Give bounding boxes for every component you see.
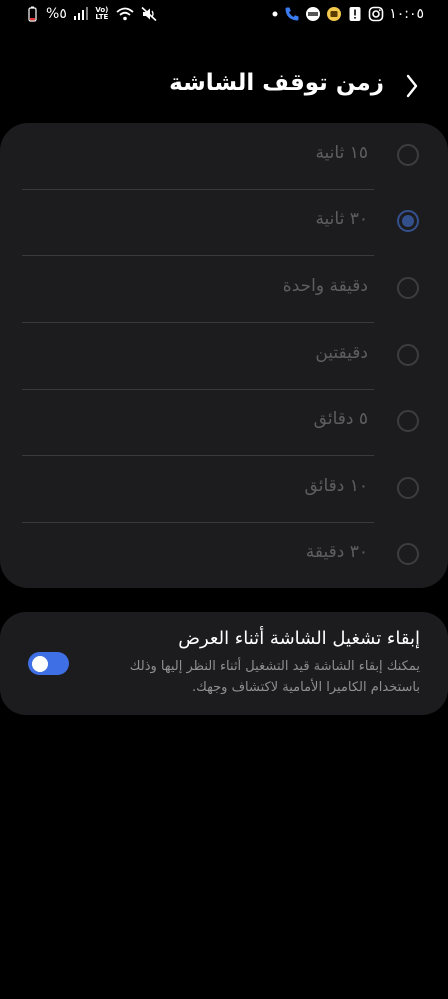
option-label: ١٥ ثانية: [315, 143, 368, 163]
instagram-icon: [368, 6, 384, 22]
volte-icon: Vo) LTE: [95, 6, 109, 22]
mute-icon: [141, 6, 157, 22]
radio-button[interactable]: [397, 144, 419, 166]
clock: ١٠:٠٥: [389, 6, 424, 22]
back-button[interactable]: [398, 72, 426, 100]
screen: %٥ Vo) LTE ١٠:٠٥ زمن توقف الشاشة ١٥ ثاني…: [0, 0, 448, 999]
status-bar-left: %٥ Vo) LTE: [24, 6, 157, 22]
wifi-icon: [115, 6, 135, 22]
radio-button[interactable]: [397, 477, 419, 499]
timeout-option-15s[interactable]: ١٥ ثانية: [22, 123, 419, 190]
dot-icon: [271, 6, 279, 22]
media-icon: [326, 6, 342, 22]
battery-icon: [24, 6, 40, 22]
radio-button[interactable]: [397, 277, 419, 299]
toggle-knob: [32, 655, 48, 672]
option-label: دقيقة واحدة: [282, 276, 368, 296]
radio-button[interactable]: [397, 543, 419, 565]
timeout-option-30s[interactable]: ٣٠ ثانية: [22, 189, 419, 256]
radio-button[interactable]: [397, 410, 419, 432]
timeout-option-10m[interactable]: ١٠ دقائق: [22, 456, 419, 523]
keep-screen-on-description: يمكنك إبقاء الشاشة قيد التشغيل أثناء الن…: [129, 659, 420, 695]
timeout-option-2m[interactable]: دقيقتين: [22, 323, 419, 390]
option-label: ٥ دقائق: [313, 409, 368, 429]
status-bar: %٥ Vo) LTE ١٠:٠٥: [0, 0, 448, 30]
chevron-right-icon: [405, 74, 419, 98]
signal-icon: [73, 6, 89, 22]
timeout-options-card: ١٥ ثانية ٣٠ ثانية دقيقة واحدة دقيقتين ٥ …: [0, 123, 448, 588]
option-label: ٣٠ ثانية: [315, 209, 368, 229]
radio-button[interactable]: [397, 344, 419, 366]
alert-icon: [347, 6, 363, 22]
option-label: ٣٠ دقيقة: [305, 542, 368, 562]
app-badge-icon: [305, 6, 321, 22]
header: زمن توقف الشاشة: [0, 66, 448, 106]
battery-percent: %٥: [46, 6, 67, 22]
status-bar-right: ١٠:٠٥: [271, 6, 424, 22]
timeout-option-1m[interactable]: دقيقة واحدة: [22, 256, 419, 323]
timeout-option-5m[interactable]: ٥ دقائق: [22, 389, 419, 456]
page-title: زمن توقف الشاشة: [169, 70, 384, 96]
keep-screen-on-title: إبقاء تشغيل الشاشة أثناء العرض: [178, 628, 420, 649]
radio-button-selected[interactable]: [397, 210, 419, 232]
option-label: ١٠ دقائق: [304, 476, 368, 496]
volte-bottom-label: LTE: [95, 13, 109, 21]
option-label: دقيقتين: [315, 343, 368, 363]
timeout-option-30m[interactable]: ٣٠ دقيقة: [22, 522, 419, 588]
keep-screen-on-toggle[interactable]: [28, 652, 69, 675]
call-icon: [284, 6, 300, 22]
